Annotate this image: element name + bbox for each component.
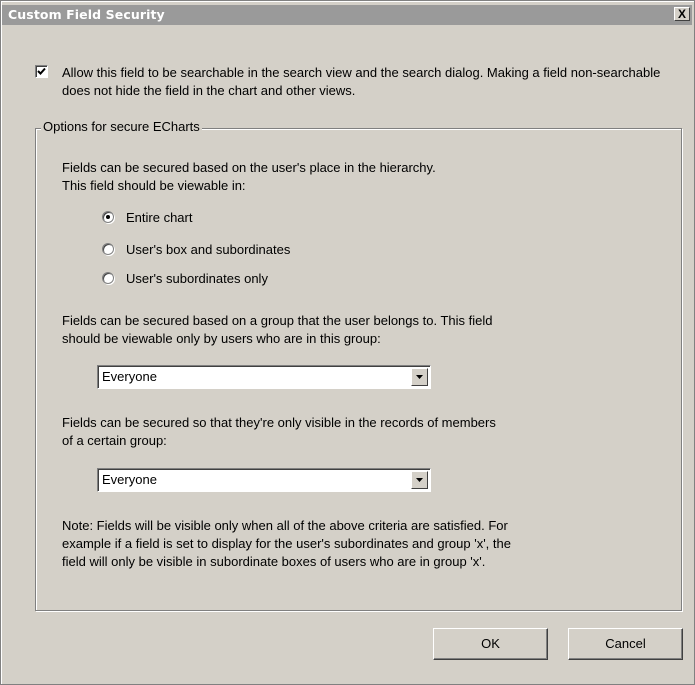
chevron-down-icon [416,375,423,379]
radio-label: User's subordinates only [126,271,268,286]
searchable-checkbox-label: Allow this field to be searchable in the… [62,65,661,98]
radio-button[interactable] [102,272,114,284]
hierarchy-text-line2: This field should be viewable in: [62,178,246,193]
title-bar: Custom Field Security X [2,5,692,25]
searchable-checkbox[interactable] [35,65,48,78]
custom-field-security-dialog: Custom Field Security X Allow this field… [0,0,695,685]
cancel-button[interactable]: Cancel [568,628,683,660]
radio-label: User's box and subordinates [126,242,291,257]
records-text-line2: of a certain group: [62,433,167,448]
records-text-line1: Fields can be secured so that they're on… [62,415,496,430]
note-line3: field will only be visible in subordinat… [62,554,486,569]
group-select-value: Everyone [102,369,157,384]
records-select-dropdown-button[interactable] [411,471,428,489]
note-line2: example if a field is set to display for… [62,536,511,551]
group-text-line2: should be viewable only by users who are… [62,331,381,346]
window-title: Custom Field Security [8,7,165,22]
checkmark-icon [37,67,46,75]
hierarchy-text-line1: Fields can be secured based on the user'… [62,160,436,175]
close-icon: X [677,7,686,21]
records-select-value: Everyone [102,472,157,487]
group-select-dropdown-button[interactable] [411,368,428,386]
groupbox-legend: Options for secure ECharts [41,119,202,134]
ok-button[interactable]: OK [433,628,548,660]
chevron-down-icon [416,478,423,482]
radio-dot-icon [106,215,110,219]
group-select[interactable]: Everyone [97,365,431,389]
radio-button-selected[interactable] [102,211,114,223]
records-group-select[interactable]: Everyone [97,468,431,492]
radio-label: Entire chart [126,210,193,225]
close-button[interactable]: X [674,7,690,21]
radio-button[interactable] [102,243,114,255]
group-text-line1: Fields can be secured based on a group t… [62,313,493,328]
note-line1: Note: Fields will be visible only when a… [62,518,508,533]
